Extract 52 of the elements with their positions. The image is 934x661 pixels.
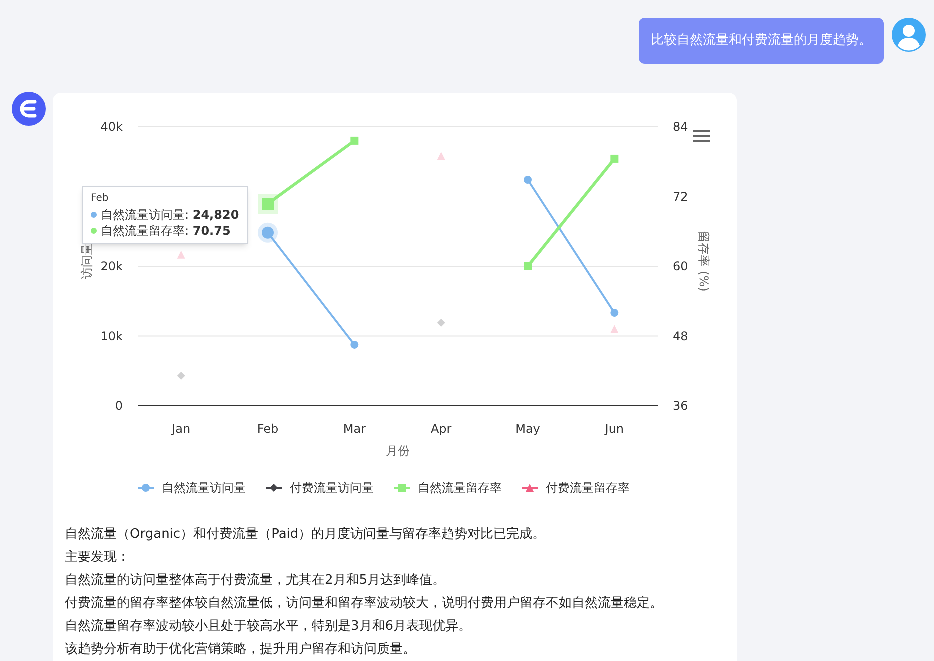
y-axis-title: 留存率 (%) <box>697 230 711 292</box>
data-point <box>610 308 619 317</box>
y-axis-label: 72 <box>673 189 688 204</box>
user-avatar-icon <box>892 18 926 52</box>
legend-symbol-icon <box>138 482 154 492</box>
legend-item[interactable]: 自然流量访问量 <box>162 478 246 496</box>
legend-item[interactable]: 自然流量留存率 <box>418 478 502 496</box>
y-axis-label: 48 <box>673 328 688 343</box>
tooltip-title: Feb <box>91 192 110 206</box>
summary-text: 该趋势分析有助于优化营销策略，提升用户留存和访问质量。 <box>65 640 417 658</box>
x-axis-label: May <box>516 422 540 436</box>
data-point <box>610 324 619 333</box>
legend-symbol-icon <box>394 482 410 492</box>
data-point <box>524 262 532 270</box>
x-axis-label: Feb <box>257 422 279 436</box>
y-axis-label: 60 <box>673 259 688 273</box>
data-point <box>610 154 619 162</box>
y-axis-label: 0 <box>115 398 123 412</box>
legend-symbol-icon <box>522 482 538 492</box>
summary-text: 主要发现： <box>65 548 131 566</box>
data-point <box>262 198 274 210</box>
data-point <box>437 318 446 326</box>
tooltip-text: 自然流量留存率: 70.75 <box>101 222 231 238</box>
x-axis-label: Jan <box>172 422 191 436</box>
x-axis-title: 月份 <box>386 444 410 458</box>
legend-item[interactable]: 付费流量留存率 <box>546 478 630 496</box>
data-point <box>350 136 359 144</box>
legend-item[interactable]: 付费流量访问量 <box>290 478 374 496</box>
data-point <box>350 340 359 348</box>
summary-text: 自然流量留存率波动较小且处于较高水平，特别是3月和6月表现优异。 <box>65 618 473 636</box>
data-point <box>437 152 446 160</box>
tooltip-text: 自然流量访问量: 24,820 <box>101 206 240 222</box>
summary-text: 自然流量的访问量整体高于付费流量，尤其在2月和5月达到峰值。 <box>65 572 447 590</box>
y-axis-label: 36 <box>673 398 688 412</box>
y-axis-label: 40k <box>100 120 123 134</box>
data-point <box>177 372 186 380</box>
data-point <box>524 176 532 184</box>
user-message-bubble: 比较自然流量和付费流量的月度趋势。 <box>639 18 884 64</box>
y-axis-title: 访问量 <box>80 243 94 279</box>
x-axis-label: Apr <box>430 422 452 436</box>
x-axis-label: Jun <box>605 422 624 436</box>
legend-symbol-icon <box>266 482 282 492</box>
summary-text: 自然流量（Organic）和付费流量（Paid）的月度访问量与留存率趋势对比已完成。 <box>65 526 547 544</box>
data-point <box>262 226 274 238</box>
y-axis-label: 10k <box>100 328 123 343</box>
summary-text: 付费流量的留存率整体较自然流量低，访问量和留存率波动较大，说明付费用户留存不如自然流量稳定。 <box>65 594 664 612</box>
assistant-logo-icon <box>12 92 46 126</box>
menu-icon[interactable] <box>693 130 710 142</box>
x-axis-label: Mar <box>343 422 366 436</box>
y-axis-label: 20k <box>100 259 123 273</box>
y-axis-label: 84 <box>673 120 688 134</box>
data-point <box>177 250 186 258</box>
